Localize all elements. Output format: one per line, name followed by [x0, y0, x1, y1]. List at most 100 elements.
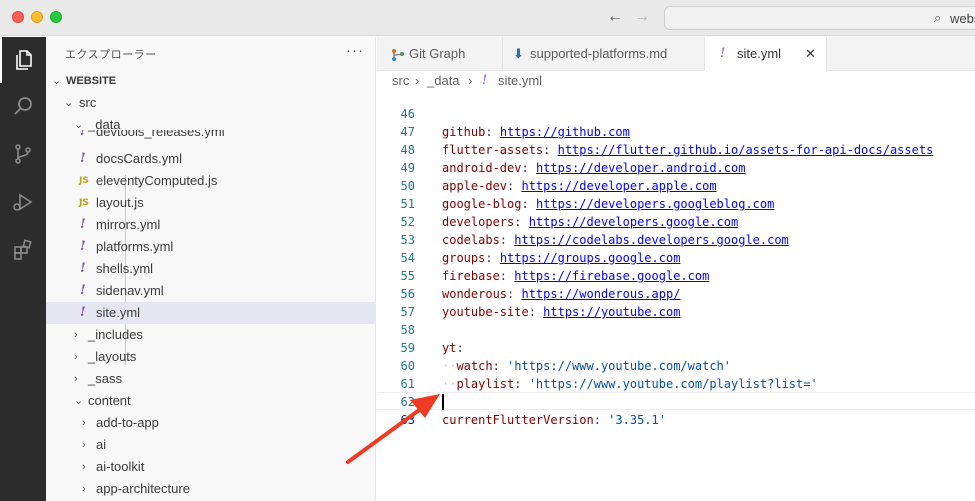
- tree-label: app-architecture: [96, 481, 190, 496]
- more-actions-icon[interactable]: ···: [346, 42, 364, 59]
- chevron-down-icon: ⌄: [74, 395, 84, 407]
- editor-tabs: Git Graph ⬇ supported-platforms.md ! sit…: [377, 37, 975, 72]
- chevron-right-icon: ›: [74, 329, 78, 341]
- code-line: 53 groups: https://groups.google.com: [377, 213, 975, 265]
- code-line: 46 github: https://github.com: [377, 87, 975, 139]
- yaml-icon: !: [720, 46, 726, 61]
- tab-label: Git Graph: [409, 46, 466, 61]
- forward-arrow-icon[interactable]: →: [634, 8, 650, 26]
- chevron-right-icon: ›: [82, 483, 86, 495]
- chevron-right-icon: ›: [74, 351, 78, 363]
- tree-label: site.yml: [96, 305, 141, 320]
- search-icon: ⌕: [934, 10, 942, 25]
- chevron-down-icon: ⌄: [64, 97, 74, 109]
- tree-folder[interactable]: › _layouts: [46, 346, 376, 368]
- yaml-file-icon: !: [80, 261, 86, 276]
- explorer-icon[interactable]: [0, 37, 46, 83]
- tree-file[interactable]: ! docsCards.yml: [46, 148, 376, 170]
- markdown-icon: ⬇: [513, 46, 524, 61]
- tree-label: eleventyComputed.js: [96, 173, 218, 188]
- tree-label: add-to-app: [96, 415, 159, 430]
- command-center-search[interactable]: ⌕ website: [664, 6, 975, 30]
- tree-label: WEBSITE: [66, 75, 117, 87]
- tree-label: _includes: [88, 327, 143, 342]
- yaml-string: '3.35.1': [608, 413, 666, 427]
- chevron-right-icon: ›: [74, 373, 78, 385]
- tree-label: sidenav.yml: [96, 283, 164, 298]
- code-line: 51 developers: https://developers.google…: [377, 177, 975, 229]
- code-line: 52 codelabs: https://codelabs.developers…: [377, 195, 975, 247]
- code-line: 59 ··watch: 'https://www.youtube.com/wat…: [377, 321, 975, 373]
- tree-file[interactable]: JS layout.js: [46, 192, 376, 214]
- tree-file[interactable]: ! mirrors.yml: [46, 214, 376, 236]
- code-line: 58 yt:: [377, 303, 975, 355]
- tree-label: shells.yml: [96, 261, 154, 276]
- tree-file[interactable]: JS eleventyComputed.js: [46, 170, 376, 192]
- tree-folder[interactable]: › app-architecture: [46, 478, 376, 500]
- tree-file[interactable]: ! sidenav.yml: [46, 280, 376, 302]
- tree-file-selected[interactable]: ! site.yml: [46, 302, 376, 324]
- tree-root-website[interactable]: ⌄ WEBSITE: [46, 70, 376, 92]
- tree-label: docsCards.yml: [96, 151, 182, 166]
- tab-label: supported-platforms.md: [530, 46, 668, 61]
- maximize-window-button[interactable]: [50, 11, 62, 23]
- tree-file[interactable]: ! platforms.yml: [46, 236, 376, 258]
- explorer-title: エクスプローラー: [65, 49, 157, 61]
- code-line: 60 ··playlist: 'https://www.youtube.com/…: [377, 339, 975, 391]
- tree-label: mirrors.yml: [96, 217, 161, 232]
- tree-label: content: [88, 393, 131, 408]
- code-line: 50 google-blog: https://developers.googl…: [377, 159, 975, 211]
- tree-file[interactable]: ! devtools_releases.yml: [46, 130, 376, 144]
- tree-label: ai: [96, 437, 107, 452]
- tree-label: ai-toolkit: [96, 459, 145, 474]
- tab-supported-platforms[interactable]: ⬇ supported-platforms.md: [503, 37, 705, 71]
- code-line: 55 wonderous: https://wonderous.app/: [377, 249, 975, 301]
- yaml-file-icon: !: [80, 130, 86, 139]
- chevron-right-icon: ›: [82, 461, 86, 473]
- code-line: 61: [377, 357, 975, 391]
- tree-folder[interactable]: › _sass: [46, 368, 376, 390]
- source-control-icon[interactable]: [0, 131, 46, 177]
- javascript-file-icon: JS: [79, 198, 89, 208]
- code-line: 47 flutter-assets: https://flutter.githu…: [377, 105, 975, 157]
- code-line: 54 firebase: https://firebase.google.com: [377, 231, 975, 283]
- tree-label: _layouts: [88, 349, 137, 364]
- chevron-right-icon: ›: [82, 417, 86, 429]
- yaml-file-icon: !: [80, 217, 86, 232]
- tree-label: src: [79, 95, 97, 110]
- yaml-file-icon: !: [80, 239, 86, 254]
- tab-site-yml[interactable]: ! site.yml ✕: [705, 37, 827, 72]
- tree-folder[interactable]: › ai: [46, 434, 376, 456]
- tree-file[interactable]: ! shells.yml: [46, 258, 376, 280]
- yaml-colon: :: [593, 413, 609, 427]
- tree-label: _sass: [88, 371, 122, 386]
- tab-git-graph[interactable]: Git Graph: [377, 37, 503, 71]
- code-line: 48 android-dev: https://developer.androi…: [377, 123, 975, 175]
- yaml-file-icon: !: [80, 283, 86, 298]
- activity-bar: [0, 37, 46, 501]
- chevron-right-icon: ›: [82, 439, 86, 451]
- close-window-button[interactable]: [12, 11, 24, 23]
- tree-label: devtools_releases.yml: [96, 130, 225, 139]
- run-debug-icon[interactable]: [0, 179, 46, 225]
- minimize-window-button[interactable]: [31, 11, 43, 23]
- code-line: 57: [377, 285, 975, 319]
- tree-folder[interactable]: ⌄ content: [46, 390, 376, 412]
- tree-label: platforms.yml: [96, 239, 174, 254]
- yaml-file-icon: !: [80, 151, 86, 166]
- javascript-file-icon: JS: [79, 176, 89, 186]
- tree-folder[interactable]: › ai-toolkit: [46, 456, 376, 478]
- explorer-sidebar: エクスプローラー ··· ⌄ WEBSITE ⌄ src ⌄ _data ! d…: [46, 37, 376, 501]
- back-arrow-icon[interactable]: ←: [607, 8, 623, 26]
- close-tab-icon[interactable]: ✕: [805, 37, 816, 71]
- yaml-file-icon: !: [80, 305, 86, 320]
- tree-folder[interactable]: › _includes: [46, 324, 376, 346]
- tree-folder-src[interactable]: ⌄ src: [46, 92, 376, 114]
- explorer-header: エクスプローラー ···: [46, 37, 376, 71]
- search-icon[interactable]: [0, 83, 46, 129]
- chevron-down-icon: ⌄: [52, 75, 62, 87]
- git-graph-icon: [391, 37, 405, 71]
- extensions-icon[interactable]: [0, 227, 46, 273]
- tree-folder[interactable]: › add-to-app: [46, 412, 376, 434]
- annotation-arrow: [346, 394, 440, 464]
